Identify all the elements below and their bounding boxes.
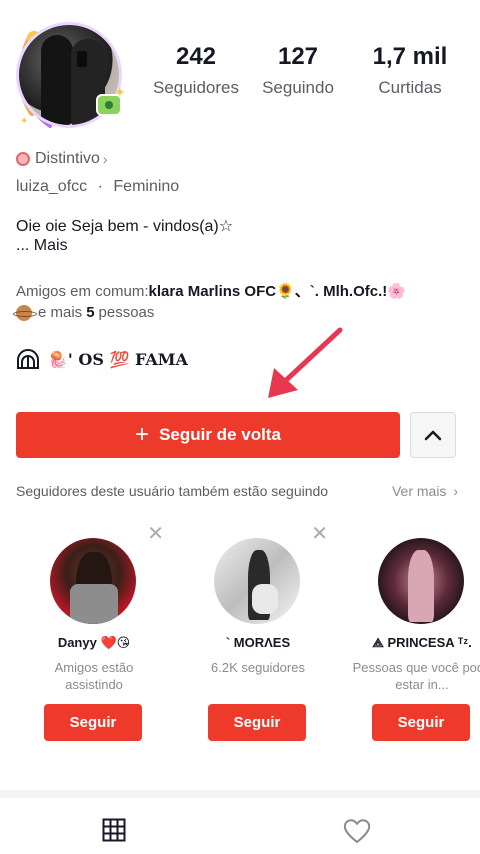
suggestion-name: Danyy ❤️😘 — [57, 635, 131, 650]
suggestion-avatar[interactable] — [214, 538, 300, 624]
follow-suggestion-button[interactable]: Seguir — [372, 704, 470, 741]
following-count: 127 — [277, 43, 319, 70]
mutual-count: 5 — [86, 304, 95, 321]
mutual-people: pessoas — [98, 304, 155, 321]
stat-followers[interactable]: 242 Seguidores — [140, 42, 252, 98]
followers-label: Seguidores — [152, 78, 239, 97]
badge-label: Distintivo — [35, 150, 100, 167]
suggestion-reason: 6.2K seguidores — [211, 660, 305, 675]
section-divider — [0, 790, 480, 798]
follow-suggestion-button[interactable]: Seguir — [208, 704, 306, 741]
see-more-label: Ver mais — [391, 483, 447, 499]
suggestion-card[interactable]: ✕ ` MORΛES 6.2K seguidores Seguir — [180, 518, 336, 763]
chevron-right-icon: › — [453, 483, 458, 499]
follow-suggestion-button[interactable]: Seguir — [44, 704, 142, 741]
profile-link[interactable]: 🪼' OS 💯 FAMA — [16, 348, 188, 370]
mutual-friends[interactable]: Amigos em comum:klara Marlins OFC🌻、`. Ml… — [16, 280, 406, 301]
planet-icon — [13, 304, 37, 321]
stat-likes[interactable]: 1,7 mil Curtidas — [344, 42, 476, 98]
username-line: luiza_ofcc · Feminino — [16, 178, 179, 196]
badge-link[interactable]: Distintivo › — [16, 150, 108, 168]
suggestion-card[interactable]: ⟁ PRINCESA ᵀᶻ. Pessoas que você pode est… — [344, 518, 480, 763]
following-label: Seguindo — [262, 78, 334, 97]
sparkle-icon: ✦ — [20, 116, 29, 127]
suggestion-avatar[interactable] — [378, 538, 464, 624]
suggestion-cards: ✕ Danyy ❤️😘 Amigos estão assistindo Segu… — [16, 518, 480, 763]
badge-icon — [16, 152, 30, 166]
stat-following[interactable]: 127 Seguindo — [252, 42, 344, 98]
link-icon — [17, 349, 39, 369]
mutual-names: klara Marlins OFC🌻、`. Mlh.Ofc.!🌸 — [148, 283, 406, 300]
chevron-right-icon: › — [102, 151, 108, 167]
followers-count: 242 — [175, 43, 217, 70]
bio-more-link[interactable]: ... Mais — [16, 237, 68, 255]
suggestion-name: ⟁ PRINCESA ᵀᶻ. — [372, 635, 472, 650]
plus-icon: + — [135, 421, 150, 448]
likes-label: Curtidas — [378, 78, 442, 97]
suggestion-reason: Amigos estão assistindo — [54, 660, 134, 692]
likes-count: 1,7 mil — [372, 43, 448, 70]
gender: Feminino — [113, 178, 180, 195]
follow-back-label: Seguir de volta — [159, 425, 281, 444]
follow-back-button[interactable]: + Seguir de volta — [16, 412, 400, 458]
red-annotation-arrow — [268, 327, 343, 398]
mutual-prefix: Amigos em comum: — [16, 283, 149, 300]
bio-text: Oie oie Seja bem - vindos(a)☆ — [16, 218, 234, 235]
suggestion-name: ` MORΛES — [225, 635, 291, 650]
username: luiza_ofcc — [16, 178, 88, 195]
mutual-and-more: e mais — [38, 304, 83, 321]
mutual-more[interactable]: e mais 5 pessoas — [13, 304, 155, 321]
see-more-link[interactable]: Ver mais › — [392, 483, 458, 499]
suggestions-toggle-button[interactable] — [410, 412, 456, 458]
sparkle-icon: ✦ — [114, 84, 126, 100]
suggestion-avatar[interactable] — [50, 538, 136, 624]
suggestions-header: Seguidores deste usuário também estão se… — [16, 483, 329, 499]
separator: · — [97, 178, 103, 195]
close-icon[interactable]: ✕ — [147, 524, 164, 544]
close-icon[interactable]: ✕ — [311, 524, 328, 544]
suggestion-reason: Pessoas que você pode estar in... — [352, 660, 480, 692]
suggestion-card[interactable]: ✕ Danyy ❤️😘 Amigos estão assistindo Segu… — [16, 518, 172, 763]
profile-avatar[interactable]: ✦ ✦ — [10, 18, 128, 136]
link-text: 🪼' OS 💯 FAMA — [48, 349, 188, 369]
grid-icon[interactable] — [102, 818, 126, 842]
heart-icon[interactable] — [343, 818, 371, 844]
chevron-up-icon — [424, 430, 442, 441]
profile-stats: 242 Seguidores 127 Seguindo 1,7 mil Curt… — [140, 42, 480, 98]
